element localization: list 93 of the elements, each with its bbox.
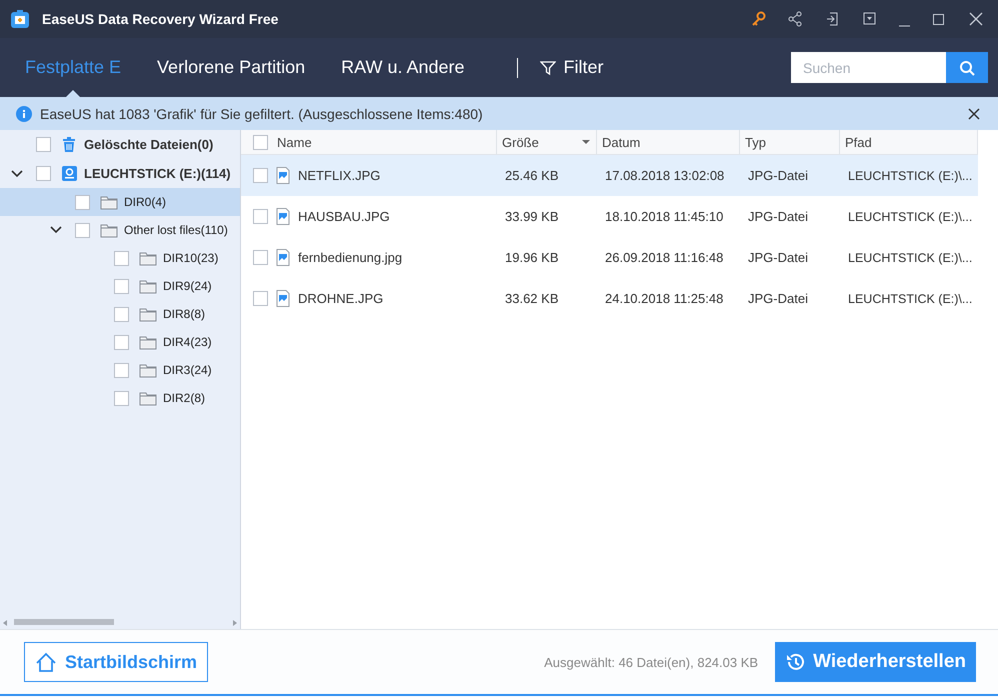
info-message: EaseUS hat 1083 'Grafik' für Sie gefiltert. (Ausgeschlossene Items:480)	[40, 106, 484, 122]
checkbox[interactable]	[253, 250, 268, 265]
column-header[interactable]: Pfad	[845, 134, 872, 150]
tree-label: Other lost files(110)	[124, 223, 228, 237]
folder-icon	[139, 334, 157, 350]
checkbox[interactable]	[114, 390, 129, 406]
drive-icon	[61, 165, 78, 182]
tree-label: DIR2(8)	[163, 391, 206, 405]
app-logo-icon	[10, 9, 30, 29]
checkbox[interactable]	[114, 334, 129, 350]
folder-icon	[139, 278, 157, 294]
table-cell-text: 33.99 KB	[504, 209, 560, 224]
image-file-icon	[276, 249, 290, 266]
file-name: DROHNE.JPG	[298, 291, 384, 306]
column-header[interactable]: Datum	[602, 134, 640, 150]
table-cell-text: 19.96 KB	[504, 250, 560, 265]
folder-icon	[139, 390, 157, 406]
table-cell-text: 18.10.2018 11:45:10	[604, 209, 724, 224]
checkbox[interactable]	[253, 168, 268, 183]
tab[interactable]: Festplatte E	[25, 38, 122, 97]
table-cell-text: LEUCHTSTICK (E:)\...	[847, 168, 974, 182]
house-icon	[35, 652, 57, 672]
checkbox[interactable]	[114, 362, 129, 378]
funnel-icon	[540, 60, 556, 76]
tree-label: DIR8(8)	[163, 307, 206, 321]
key-icon	[751, 11, 767, 27]
table-cell-text: 25.46 KB	[504, 168, 560, 183]
tree-label: DIR4(23)	[163, 335, 212, 349]
tab[interactable]: RAW u. Andere	[341, 38, 465, 97]
close-icon	[968, 108, 980, 120]
checkbox[interactable]	[114, 306, 129, 322]
checkbox[interactable]	[253, 134, 268, 150]
tab[interactable]: Verlorene Partition	[157, 38, 306, 97]
table-cell-text: LEUCHTSTICK (E:)\...	[847, 210, 974, 224]
file-name: NETFLIX.JPG	[298, 168, 380, 183]
tree-label: DIR3(24)	[163, 363, 212, 377]
checkbox[interactable]	[114, 278, 129, 294]
column-header[interactable]: Name	[277, 134, 312, 150]
checkbox[interactable]	[36, 137, 51, 152]
folder-icon	[139, 362, 157, 378]
share-icon	[788, 11, 804, 27]
history-icon	[785, 652, 806, 672]
table-cell-text: 26.09.2018 11:16:48	[604, 250, 724, 265]
image-file-icon	[276, 290, 290, 307]
checkbox[interactable]	[75, 222, 90, 238]
scroll-left-icon	[2, 619, 8, 627]
file-name: HAUSBAU.JPG	[298, 209, 390, 224]
file-name: fernbedienung.jpg	[298, 250, 402, 265]
table-cell-text: LEUCHTSTICK (E:)\...	[847, 292, 974, 306]
column-header[interactable]: Größe	[502, 134, 539, 150]
checkbox[interactable]	[75, 194, 90, 210]
folder-icon	[139, 306, 157, 322]
checkbox[interactable]	[36, 166, 51, 181]
image-file-icon	[276, 167, 290, 184]
close-button[interactable]	[966, 106, 982, 122]
maximize-icon	[931, 11, 947, 27]
table-cell-text: JPG-Datei	[747, 250, 809, 265]
minimize-icon	[899, 25, 910, 27]
scroll-right-icon	[232, 619, 238, 627]
folder-icon	[139, 250, 157, 266]
sort-caret-icon	[582, 140, 590, 144]
filter-button[interactable]: Filter	[540, 57, 604, 78]
close-icon	[968, 11, 984, 27]
table-cell-text: JPG-Datei	[747, 209, 809, 224]
selection-summary: Ausgewählt: 46 Datei(en), 824.03 KB	[544, 654, 758, 670]
tree-label: DIR9(24)	[163, 279, 212, 293]
table-cell-text: 24.10.2018 11:25:48	[604, 291, 724, 306]
tree-label: DIR10(23)	[163, 251, 218, 265]
info-icon	[16, 106, 32, 122]
table-cell-text: JPG-Datei	[747, 168, 809, 183]
tree-label: DIR0(4)	[124, 195, 166, 209]
table-cell-text: 33.62 KB	[504, 291, 560, 306]
search-button[interactable]	[946, 52, 988, 83]
column-header[interactable]: Typ	[745, 134, 766, 150]
table-cell-text: JPG-Datei	[747, 291, 809, 306]
folder-icon	[100, 222, 118, 238]
checkbox[interactable]	[253, 209, 268, 224]
folder-icon	[100, 194, 118, 210]
tree-label: Gelöschte Dateien(0)	[84, 137, 214, 152]
trash-icon	[61, 136, 78, 153]
window-title: EaseUS Data Recovery Wizard Free	[42, 11, 280, 27]
scrollbar-thumb[interactable]	[14, 619, 114, 625]
selected-tree-row[interactable]: DIR0(4)	[0, 188, 240, 216]
checkbox[interactable]	[114, 250, 129, 266]
selected-row[interactable]: NETFLIX.JPG 25.46 KB 17.08.2018 13:02:08 JPG-Datei LEUCHTSTICK (E:)\...	[241, 155, 978, 196]
search-field[interactable]: Suchen	[791, 52, 946, 83]
table-cell-text: LEUCHTSTICK (E:)\...	[847, 250, 974, 264]
dropdown-box-icon	[862, 11, 878, 27]
checkbox[interactable]	[253, 291, 268, 306]
image-file-icon	[276, 208, 290, 225]
table-cell-text: 17.08.2018 13:02:08	[604, 168, 726, 183]
tree-label: LEUCHTSTICK (E:)(114)	[84, 166, 231, 181]
search-icon	[959, 60, 975, 76]
